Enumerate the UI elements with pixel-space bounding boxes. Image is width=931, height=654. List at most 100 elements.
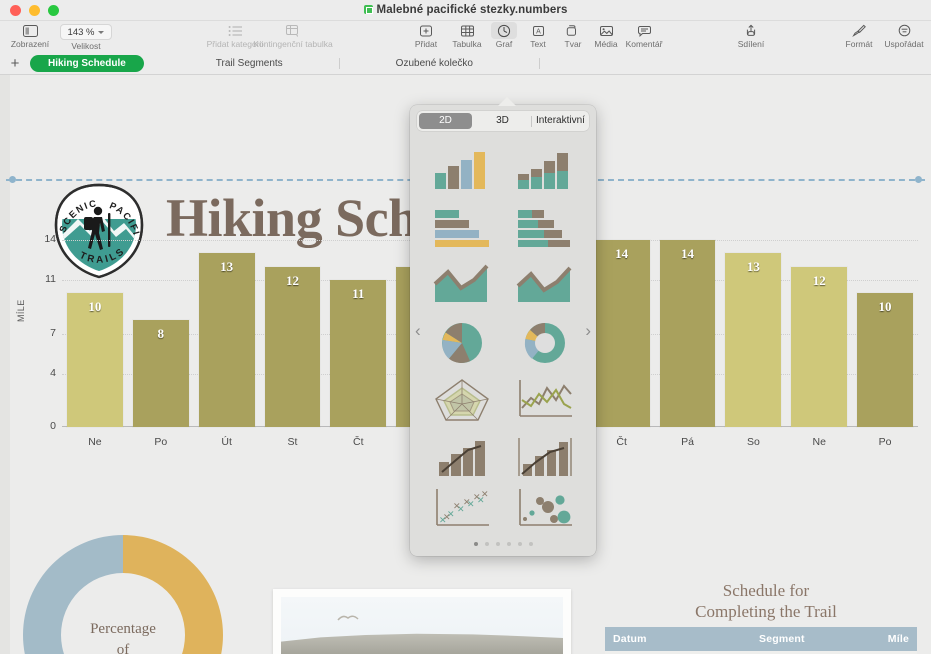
chart-type-stacked-column-chart[interactable] <box>507 141 582 199</box>
chart-bar-group[interactable]: 11Čt <box>325 240 391 427</box>
toolbar-share-label: Sdílení <box>738 39 764 50</box>
sheet-tab-hiking-schedule[interactable]: Hiking Schedule <box>30 55 144 72</box>
chart-type-grid[interactable]: ✕✕✕ ✕✕ ✕✕✕ ✕✕ <box>424 141 582 531</box>
chart-type-area-chart[interactable] <box>424 256 499 314</box>
toolbar-text-button[interactable]: A Text <box>520 22 556 50</box>
chart-type-pie-chart[interactable] <box>424 314 499 372</box>
toolbar: Zobrazení 143 % Velikost Přidat kategori… <box>0 21 931 53</box>
schedule-table[interactable]: Datum Segment Míle 5-20. červnaec 2015Ca… <box>605 627 917 654</box>
chart-bar-group[interactable]: 13So <box>720 240 786 427</box>
column-header-segment[interactable]: Segment <box>751 627 869 651</box>
chart-bar[interactable] <box>199 253 255 427</box>
toolbar-add-button[interactable]: Přidat <box>404 22 448 50</box>
chart-type-donut-chart[interactable] <box>507 314 582 372</box>
toolbar-comment-button[interactable]: Komentář <box>620 22 668 50</box>
chart-type-stacked-bar-chart[interactable] <box>507 199 582 257</box>
chart-type-column-line-chart[interactable] <box>424 429 499 487</box>
toolbar-shape-label: Tvar <box>565 39 582 50</box>
chart-bar-group[interactable]: 8Po <box>128 240 194 427</box>
popover-page-dots[interactable] <box>410 542 596 546</box>
chart-x-tick-label: Čt <box>589 436 655 448</box>
pivot-table-icon <box>285 22 301 39</box>
chart-type-radar-chart[interactable] <box>424 372 499 430</box>
segment-divider <box>531 116 532 127</box>
zoom-select[interactable]: 143 % <box>60 24 112 40</box>
svg-text:✕: ✕ <box>473 492 481 502</box>
chart-bar-group[interactable]: 10Po <box>852 240 918 427</box>
selection-handle-right[interactable] <box>915 176 922 183</box>
chart-type-column-chart[interactable] <box>424 141 499 199</box>
chart-bar-group[interactable]: 13Út <box>194 240 260 427</box>
chart-bar[interactable] <box>594 240 650 427</box>
chart-bar-group[interactable]: 12St <box>260 240 326 427</box>
chart-x-tick-label: St <box>260 436 326 448</box>
shape-icon <box>566 22 580 39</box>
chart-x-tick-label: Pá <box>655 436 721 448</box>
toolbar-share-button[interactable]: Sdílení <box>728 22 774 50</box>
spreadsheet-canvas[interactable]: SCENIC PACIFIC TRAILS Hiking Sch MÍLE 10… <box>0 75 931 654</box>
add-sheet-button[interactable]: + <box>0 56 30 71</box>
chart-bar-group[interactable]: 10Ne <box>62 240 128 427</box>
area-chart-icon <box>431 264 493 306</box>
chart-bar[interactable] <box>791 267 847 427</box>
schedule-title-line-2: Completing the Trail <box>605 601 927 622</box>
popover-page-dot[interactable] <box>474 542 478 546</box>
popover-next-button[interactable]: › <box>585 321 591 341</box>
chart-x-tick-label: Út <box>194 436 260 448</box>
plus-box-icon <box>419 22 433 39</box>
popover-page-dot[interactable] <box>496 542 500 546</box>
segment-2d[interactable]: 2D <box>419 113 472 129</box>
stacked-bar-chart-icon <box>514 206 576 248</box>
chart-type-bubble-chart[interactable] <box>507 487 582 531</box>
chart-y-tick-label: 0 <box>34 420 56 432</box>
chart-bar-value-label: 14 <box>589 246 655 262</box>
chart-type-column-line-2axis-chart[interactable] <box>507 429 582 487</box>
schedule-table-block[interactable]: Schedule for Completing the Trail Datum … <box>605 580 927 654</box>
toolbar-arrange-button[interactable]: Uspořádat <box>878 22 930 50</box>
chart-bar[interactable] <box>725 253 781 427</box>
donut-label-line-2: of <box>8 640 238 654</box>
toolbar-chart-button[interactable]: Graf <box>484 22 524 50</box>
document-title-text: Malebné pacifické stezky.numbers <box>377 4 568 16</box>
svg-text:✕: ✕ <box>481 489 489 499</box>
selection-handle-left[interactable] <box>9 176 16 183</box>
sheet-tab-trail-segments[interactable]: Trail Segments <box>198 55 301 72</box>
column-header-datum[interactable]: Datum <box>605 627 751 651</box>
sheet-tab-ozubene-kolecko[interactable]: Ozubené kolečko <box>378 55 491 72</box>
chart-type-line-chart[interactable] <box>507 372 582 430</box>
column-header-mile[interactable]: Míle <box>869 627 917 651</box>
chart-bar[interactable] <box>660 240 716 427</box>
chart-bar-group[interactable]: 14Čt <box>589 240 655 427</box>
toolbar-pivot-table-button[interactable]: Kontingenční tabulka <box>228 22 358 50</box>
chart-type-scatter-chart[interactable]: ✕✕✕ ✕✕ ✕✕✕ ✕✕ <box>424 487 499 531</box>
chart-bar-value-label: 10 <box>62 299 128 315</box>
chart-bar[interactable] <box>265 267 321 427</box>
media-icon <box>599 22 614 39</box>
schedule-title-line-1: Schedule for <box>605 580 927 601</box>
popover-page-dot[interactable] <box>485 542 489 546</box>
toolbar-view-button[interactable]: Zobrazení <box>6 22 54 50</box>
chart-dimension-segmented-control[interactable]: 2D 3D Interaktivní <box>417 111 589 131</box>
percentage-of-trail-donut-chart[interactable]: Percentage of Trail <box>8 515 238 654</box>
chart-type-stacked-area-chart[interactable] <box>507 256 582 314</box>
toolbar-format-button[interactable]: Formát <box>838 22 880 50</box>
chart-x-tick-label: Po <box>852 436 918 448</box>
segment-3d[interactable]: 3D <box>476 113 529 129</box>
popover-arrow <box>498 97 516 106</box>
seagull-icon <box>337 613 359 623</box>
segment-interactive[interactable]: Interaktivní <box>534 113 587 129</box>
chart-bar[interactable] <box>330 280 386 427</box>
chart-bar-group[interactable]: 14Pá <box>655 240 721 427</box>
chart-type-popover[interactable]: 2D 3D Interaktivní <box>410 105 596 556</box>
numbers-app-icon <box>364 5 373 14</box>
popover-page-dot[interactable] <box>518 542 522 546</box>
popover-page-dot[interactable] <box>529 542 533 546</box>
popover-prev-button[interactable]: ‹ <box>415 321 421 341</box>
chart-type-bar-chart[interactable] <box>424 199 499 257</box>
coast-photo-frame[interactable] <box>273 589 571 654</box>
popover-page-dot[interactable] <box>507 542 511 546</box>
chart-x-tick-label: Ne <box>786 436 852 448</box>
chart-y-tick-label: 11 <box>34 273 56 285</box>
chart-bar-group[interactable]: 12Ne <box>786 240 852 427</box>
toolbar-size-label: Velikost <box>60 41 112 51</box>
